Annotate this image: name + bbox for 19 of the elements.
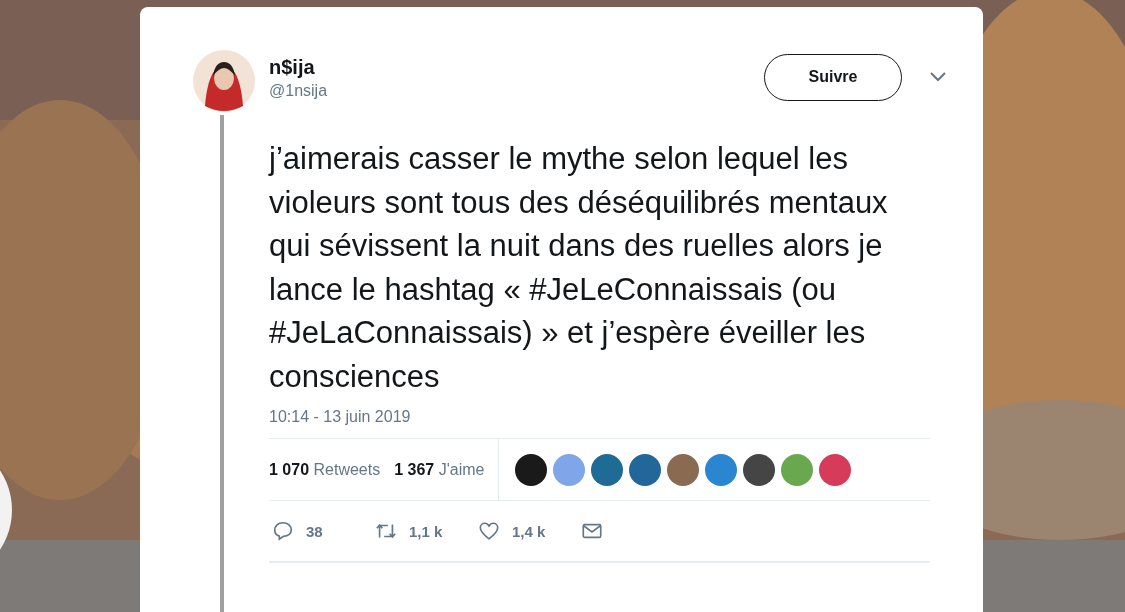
- avatar-icon[interactable]: [629, 453, 662, 486]
- action-count[interactable]: 1,4 k: [512, 522, 546, 540]
- follow-button[interactable]: Suivre: [764, 53, 902, 101]
- stat-count[interactable]: 1 367: [394, 460, 435, 478]
- reply-icon[interactable]: [272, 520, 294, 542]
- author-handle[interactable]: @1nsija: [269, 82, 764, 100]
- author-name[interactable]: n$ija: [269, 56, 764, 79]
- action-count[interactable]: 38: [306, 522, 323, 540]
- stat-label[interactable]: J'aime: [438, 460, 485, 478]
- action-count[interactable]: 1,1 k: [409, 522, 443, 540]
- tweet-text: j’aimerais casser le mythe selon lequel les violeurs sont tous des déséquilibrés mentaux qui sévissent la nuit dans des ruelles alors je lance le hashtag « #JeLeConnaissais (ou #JeLaConnaissais) » et j’espère éveiller les consciences: [269, 140, 889, 396]
- stat-count[interactable]: 1 070: [269, 460, 310, 478]
- timestamp[interactable]: 10:14 - 13 juin 2019: [269, 408, 930, 438]
- avatar-icon[interactable]: [743, 453, 776, 486]
- heart-icon[interactable]: [478, 520, 500, 542]
- chevron-down-icon[interactable]: [930, 72, 946, 82]
- stat-label[interactable]: Retweets: [313, 460, 381, 478]
- avatar-icon[interactable]: [193, 50, 255, 112]
- avatar-icon[interactable]: [515, 453, 548, 486]
